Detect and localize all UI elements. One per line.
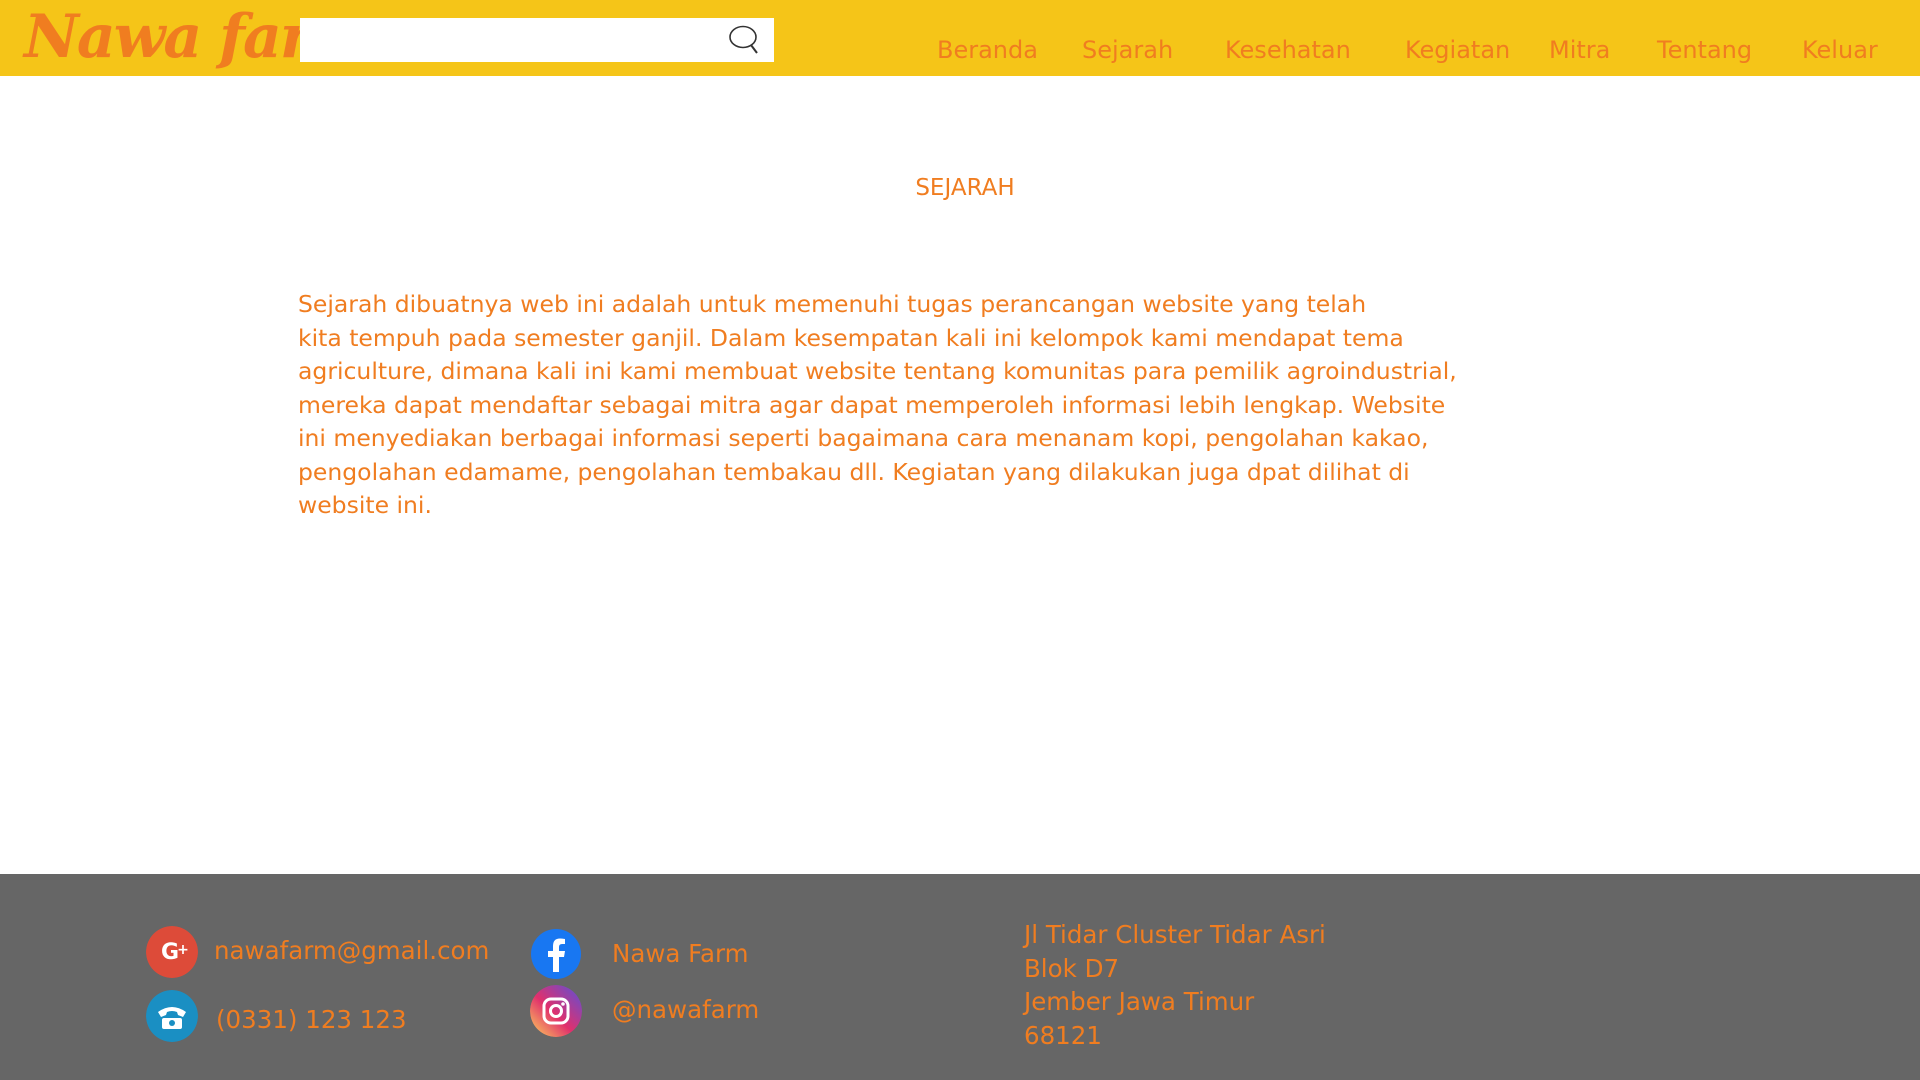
address-line: Jl Tidar Cluster Tidar Asri (1024, 920, 1326, 949)
footer-address: Jl Tidar Cluster Tidar Asri Blok D7 Jemb… (1024, 918, 1326, 1052)
nav-beranda[interactable]: Beranda (937, 30, 1038, 70)
nav-tentang[interactable]: Tentang (1657, 30, 1752, 70)
address-line: Blok D7 (1024, 953, 1120, 983)
nav-kegiatan[interactable]: Kegiatan (1405, 30, 1510, 70)
footer-facebook[interactable]: Nawa Farm (612, 937, 749, 971)
search-icon[interactable] (724, 22, 764, 58)
search-box (300, 18, 774, 62)
paragraph-line: ini menyediakan berbagai informasi seper… (298, 424, 1429, 452)
telephone-icon[interactable] (146, 990, 198, 1042)
top-navigation-bar: Nawa farm Beranda Sejarah Kesehatan Kegi… (0, 0, 1920, 76)
nav-keluar[interactable]: Keluar (1802, 30, 1878, 70)
footer (0, 874, 1920, 1080)
nav-kesehatan[interactable]: Kesehatan (1225, 30, 1351, 70)
search-input[interactable] (300, 18, 720, 62)
paragraph-line: agriculture, dimana kali ini kami membua… (298, 357, 1457, 385)
instagram-icon[interactable] (530, 985, 582, 1037)
paragraph-line: pengolahan edamame, pengolahan tembakau … (298, 457, 1410, 486)
address-line: 68121 (1024, 1020, 1102, 1050)
footer-phone[interactable]: (0331) 123 123 (216, 1003, 407, 1037)
paragraph-line: kita tempuh pada semester ganjil. Dalam … (298, 323, 1404, 352)
page-title: SEJARAH (915, 175, 1015, 201)
address-line: Jember Jawa Timur (1024, 987, 1255, 1016)
paragraph-line: website ini. (298, 491, 432, 519)
paragraph-line: mereka dapat mendaftar sebagai mitra aga… (298, 390, 1446, 419)
nav-mitra[interactable]: Mitra (1549, 30, 1610, 70)
facebook-icon[interactable] (530, 928, 582, 980)
footer-instagram[interactable]: @nawafarm (612, 993, 759, 1027)
footer-email[interactable]: nawafarm@gmail.com (214, 934, 489, 968)
nav-sejarah[interactable]: Sejarah (1082, 30, 1173, 70)
svg-text:+: + (177, 942, 189, 958)
google-plus-icon[interactable]: G + (146, 926, 198, 978)
history-paragraph: Sejarah dibuatnya web ini adalah untuk m… (298, 288, 1513, 523)
paragraph-line: Sejarah dibuatnya web ini adalah untuk m… (298, 290, 1367, 318)
